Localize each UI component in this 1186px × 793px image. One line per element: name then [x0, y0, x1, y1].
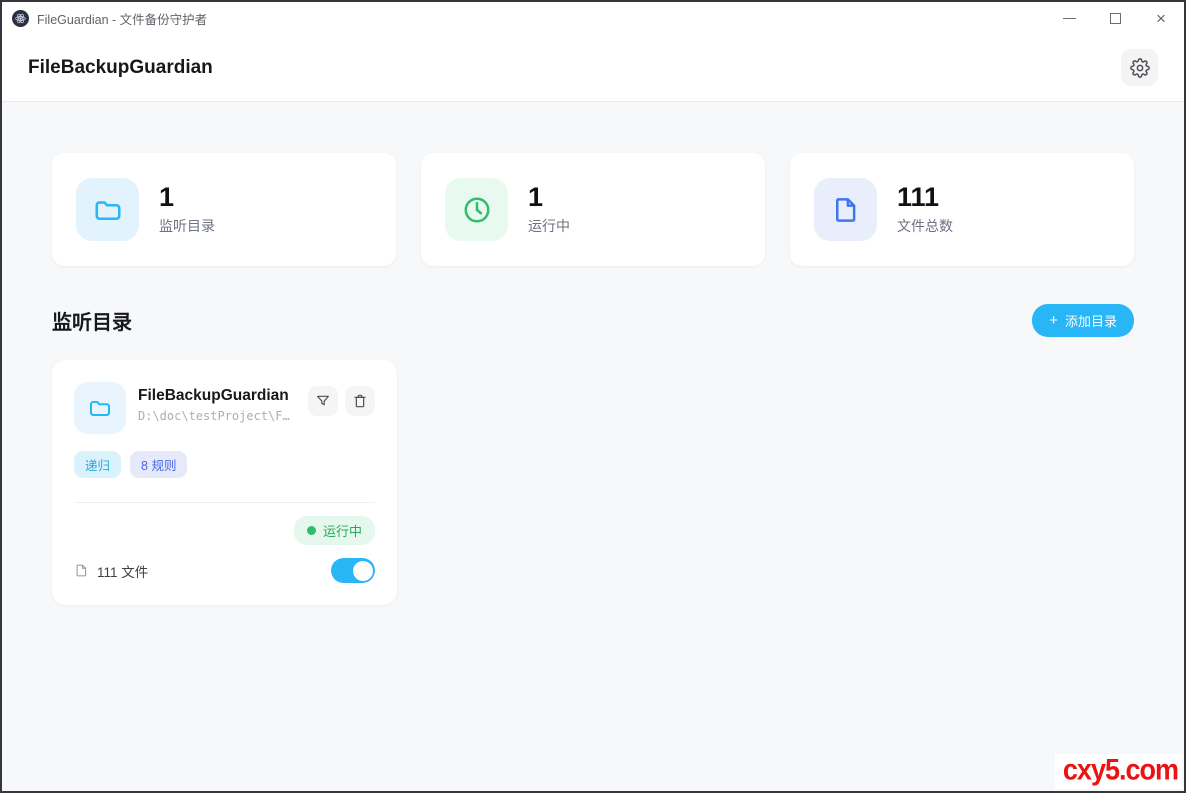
stat-label: 监听目录 [159, 216, 215, 236]
watermark-text: cxy5.com [1063, 754, 1178, 787]
tag-rules: 8 规则 [130, 451, 187, 478]
plus-icon: + [1049, 313, 1058, 328]
maximize-button[interactable] [1092, 2, 1138, 34]
tag-row: 递归 8 规则 [74, 451, 375, 478]
file-count-label: 111 文件 [97, 561, 148, 581]
directory-actions [308, 382, 375, 416]
window-controls: × [1046, 2, 1184, 34]
maximize-icon [1110, 13, 1121, 24]
stat-card-running: 1 运行中 [421, 153, 765, 266]
filter-button[interactable] [308, 386, 338, 416]
app-window: FileGuardian - 文件备份守护者 × FileBackupGuard… [0, 0, 1186, 793]
directory-name: FileBackupGuardian [138, 387, 290, 405]
status-row: 运行中 [74, 516, 375, 545]
minimize-button[interactable] [1046, 2, 1092, 34]
delete-button[interactable] [345, 386, 375, 416]
directory-card-header: FileBackupGuardian D:\doc\testProject\F… [74, 382, 375, 434]
stat-value: 1 [528, 183, 570, 213]
app-logo-atom-icon [12, 10, 29, 27]
folder-icon [76, 178, 139, 241]
close-icon: × [1156, 10, 1166, 27]
add-directory-label: 添加目录 [1065, 311, 1117, 330]
close-button[interactable]: × [1138, 2, 1184, 34]
divider [74, 502, 375, 503]
folder-icon [74, 382, 126, 434]
settings-button[interactable] [1121, 49, 1158, 86]
file-count: 111 文件 [74, 561, 148, 581]
stat-card-watched-dirs: 1 监听目录 [52, 153, 396, 266]
file-icon [814, 178, 877, 241]
gear-icon [1130, 58, 1150, 78]
toggle-knob [353, 561, 373, 581]
watch-toggle[interactable] [331, 558, 375, 583]
filter-icon [315, 393, 331, 409]
status-label: 运行中 [323, 521, 362, 540]
stat-value: 111 [897, 183, 953, 213]
add-directory-button[interactable]: + 添加目录 [1032, 304, 1134, 337]
app-header: FileBackupGuardian [2, 34, 1184, 102]
watermark: cxy5.com [1055, 754, 1182, 789]
directory-path: D:\doc\testProject\F… [138, 409, 290, 423]
trash-icon [352, 393, 368, 409]
stat-value: 1 [159, 183, 215, 213]
title-bar: FileGuardian - 文件备份守护者 × [2, 2, 1184, 34]
directory-card-footer: 111 文件 [74, 558, 375, 583]
stat-text: 1 运行中 [528, 183, 570, 236]
stat-text: 111 文件总数 [897, 183, 953, 236]
stats-row: 1 监听目录 1 运行中 [52, 153, 1134, 266]
file-icon [74, 563, 89, 578]
stat-label: 文件总数 [897, 216, 953, 236]
window-title: FileGuardian - 文件备份守护者 [37, 9, 207, 28]
clock-icon [445, 178, 508, 241]
status-dot-icon [307, 526, 316, 535]
status-badge: 运行中 [294, 516, 375, 545]
section-header: 监听目录 + 添加目录 [52, 304, 1134, 337]
main-content: 1 监听目录 1 运行中 [2, 102, 1184, 791]
stat-card-total-files: 111 文件总数 [790, 153, 1134, 266]
directory-titles: FileBackupGuardian D:\doc\testProject\F… [138, 382, 290, 423]
tag-recursive: 递归 [74, 451, 121, 478]
page-title: FileBackupGuardian [28, 57, 213, 79]
directory-card: FileBackupGuardian D:\doc\testProject\F… [52, 360, 397, 605]
stat-text: 1 监听目录 [159, 183, 215, 236]
minimize-icon [1063, 18, 1076, 19]
section-title: 监听目录 [52, 306, 132, 335]
stat-label: 运行中 [528, 216, 570, 236]
